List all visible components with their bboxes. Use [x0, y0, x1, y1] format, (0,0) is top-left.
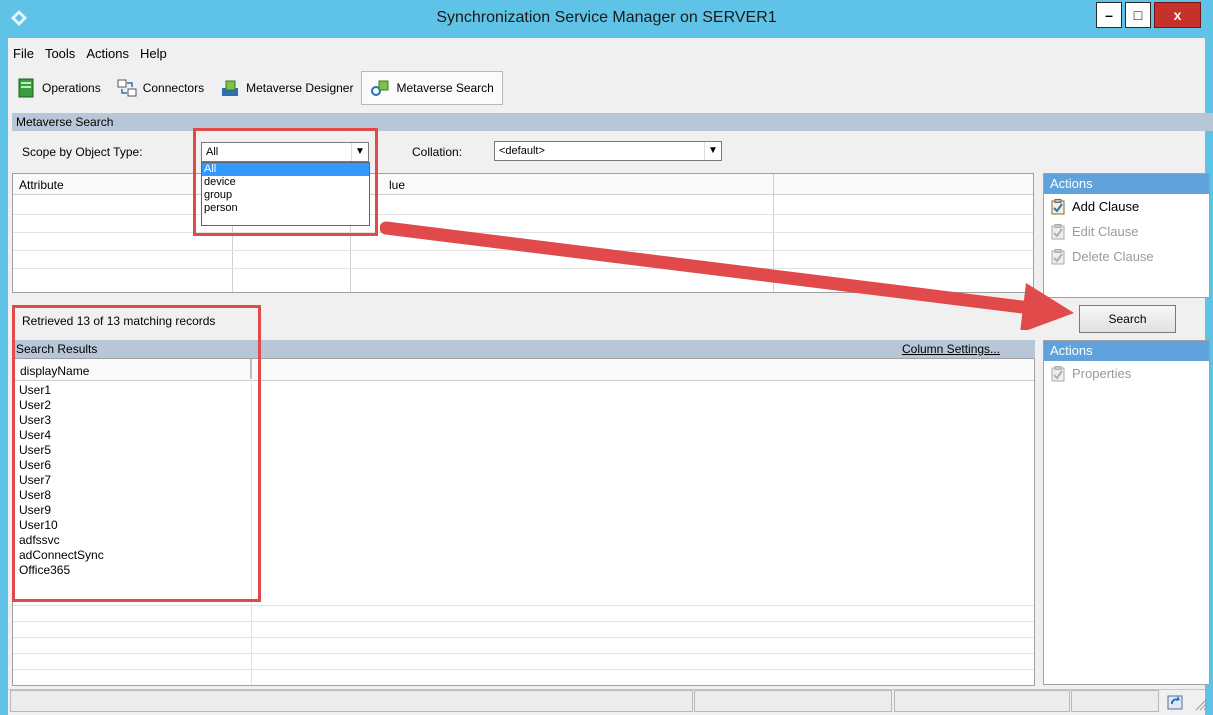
close-button[interactable]: x [1154, 2, 1201, 28]
clause-grid-header [13, 174, 1033, 195]
connectors-label: Connectors [142, 81, 205, 95]
collation-select[interactable]: <default> ▼ [494, 141, 722, 161]
metaverse-designer-icon [222, 80, 239, 96]
metaverse-designer-tool-button[interactable]: Metaverse Designer [212, 71, 361, 105]
row-line [13, 669, 1034, 670]
properties-action[interactable]: Properties [1044, 361, 1209, 386]
menu-actions[interactable]: Actions [81, 44, 135, 66]
metaverse-designer-label: Metaverse Designer [246, 81, 354, 95]
highlight-box-scope [193, 128, 378, 236]
properties-label: Properties [1072, 366, 1132, 381]
actions-title: Actions [1044, 341, 1209, 361]
delete-clause-label: Delete Clause [1072, 249, 1154, 264]
actions-title: Actions [1044, 174, 1209, 194]
scope-label: Scope by Object Type: [22, 145, 143, 159]
menu-help[interactable]: Help [135, 44, 173, 66]
operations-label: Operations [42, 81, 101, 95]
chevron-down-icon[interactable]: ▼ [704, 142, 721, 160]
operations-tool-button[interactable]: Operations [8, 71, 109, 105]
window-title: Synchronization Service Manager on SERVE… [436, 9, 777, 26]
row-line [13, 637, 1034, 638]
highlight-box-results [12, 305, 261, 602]
actions-panel-results: Actions Properties [1043, 340, 1210, 685]
connectors-icon [117, 79, 137, 97]
sync-status-icon [1167, 695, 1183, 710]
col-value: lue [389, 178, 406, 192]
maximize-button[interactable]: □ [1125, 2, 1151, 28]
connectors-tool-button[interactable]: Connectors [109, 71, 212, 105]
row-line [13, 621, 1034, 622]
metaverse-search-icon [371, 80, 389, 96]
col-attribute: Attribute [19, 178, 64, 192]
row-line [13, 653, 1034, 654]
menu-tools[interactable]: Tools [40, 44, 81, 66]
collation-selected: <default> [499, 145, 545, 157]
metaverse-search-label: Metaverse Search [396, 81, 494, 95]
arrow-annotation [380, 221, 1074, 330]
metaverse-search-tool-button[interactable]: Metaverse Search [361, 71, 503, 105]
edit-clause-label: Edit Clause [1072, 224, 1139, 239]
toolbar: Operations Connectors Metaverse Designer… [8, 70, 503, 106]
clipboard-icon [1051, 198, 1065, 214]
clipboard-icon [1051, 365, 1065, 381]
status-cell [1071, 690, 1159, 712]
menu-file[interactable]: File [8, 44, 40, 66]
operations-icon [18, 78, 34, 98]
column-settings-link[interactable]: Column Settings... [902, 340, 1000, 358]
search-button[interactable]: Search [1079, 305, 1176, 333]
status-cell [894, 690, 1070, 712]
collation-label: Collation: [412, 145, 463, 159]
minimize-button[interactable]: – [1096, 2, 1122, 28]
row-line [13, 605, 1034, 606]
status-cell [10, 690, 693, 712]
status-cell [694, 690, 892, 712]
menu-bar: File Tools Actions Help [8, 44, 173, 66]
add-clause-label: Add Clause [1072, 199, 1140, 214]
resize-grip-icon[interactable] [1194, 697, 1208, 711]
